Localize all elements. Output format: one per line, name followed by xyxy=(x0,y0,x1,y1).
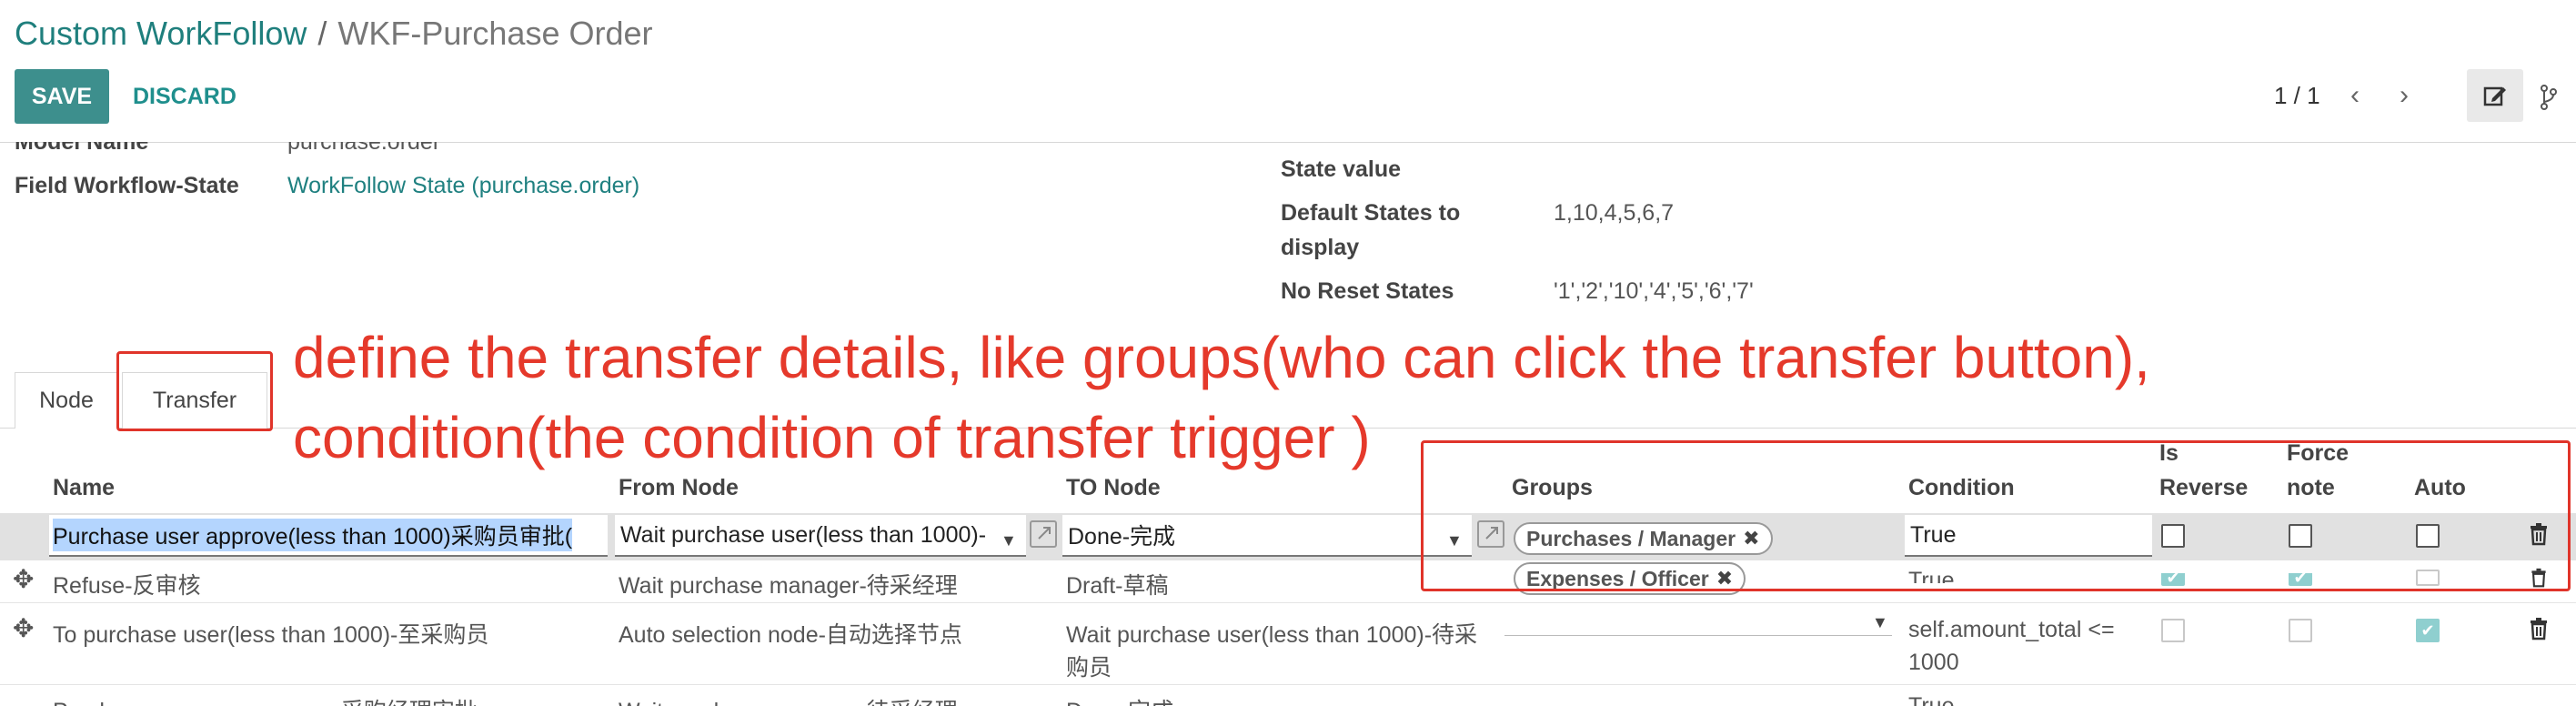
row-divider xyxy=(0,602,2576,603)
breadcrumb-parent-link[interactable]: Custom WorkFollow xyxy=(15,15,307,52)
row-name[interactable]: To purchase user(less than 1000)-至采购员 xyxy=(53,617,488,650)
no-reset-states-label: No Reset States xyxy=(1281,278,1454,304)
annotation-box-columns xyxy=(1421,440,2571,591)
row-to-node[interactable]: Draft-草稿 xyxy=(1066,568,1169,600)
row-condition[interactable]: True xyxy=(1908,693,1954,706)
state-value-label: State value xyxy=(1281,156,1402,182)
row-to-node-line2[interactable]: 购员 xyxy=(1066,650,1112,682)
is-reverse-checkbox[interactable] xyxy=(2161,619,2185,642)
from-node-select[interactable]: Wait purchase user(less than 1000)- xyxy=(615,515,1026,557)
row-name[interactable]: Refuse-反审核 xyxy=(53,568,201,600)
auto-checkbox[interactable]: ✔ xyxy=(2416,619,2440,642)
field-workflow-state-label: Field Workflow-State xyxy=(15,173,239,198)
to-node-select[interactable]: Done-完成 xyxy=(1062,515,1472,557)
force-note-checkbox[interactable] xyxy=(2289,619,2312,642)
edit-icon[interactable] xyxy=(2467,69,2523,122)
row-from-node[interactable]: Auto selection node-自动选择节点 xyxy=(619,617,962,650)
from-node-external-link-icon[interactable] xyxy=(1030,520,1057,548)
to-node-select-value: Done-完成 xyxy=(1068,524,1176,550)
name-input[interactable]: Purchase user approve(less than 1000)采购员… xyxy=(49,515,608,557)
breadcrumb-current: WKF-Purchase Order xyxy=(337,15,653,52)
save-button[interactable]: SAVE xyxy=(15,69,109,124)
annotation-box-tab xyxy=(116,351,273,431)
row-condition-line1[interactable]: self.amount_total <= xyxy=(1908,617,2115,643)
name-input-selected-text: Purchase user approve(less than 1000)采购员… xyxy=(53,519,573,551)
pager-value[interactable]: 1 / 1 xyxy=(2274,82,2320,110)
pager-prev-icon[interactable]: ‹ xyxy=(2350,80,2360,111)
annotation-line-2: condition(the condition of transfer trig… xyxy=(293,405,1371,470)
breadcrumb: Custom WorkFollow / WKF-Purchase Order xyxy=(15,15,653,53)
from-node-select-value: Wait purchase user(less than 1000)- xyxy=(620,521,987,548)
row-name[interactable]: Purchase manager approve-采购经理审批 xyxy=(53,693,478,706)
discard-button[interactable]: DISCARD xyxy=(133,69,236,124)
default-states-label-line2: display xyxy=(1281,235,1360,260)
row-from-node[interactable]: Wait purchase manager-待采经理 xyxy=(619,568,958,600)
row-from-node[interactable]: Wait purchase manager-待采经理 xyxy=(619,693,958,706)
from-node-chevron-down-icon[interactable]: ▼ xyxy=(1001,531,1017,550)
model-name-label: Model Name xyxy=(15,129,149,155)
field-workflow-state-link[interactable]: WorkFollow State (purchase.order) xyxy=(287,173,639,199)
tab-node[interactable]: Node xyxy=(15,372,118,429)
no-reset-states-value: '1','2','10','4','5','6','7' xyxy=(1554,278,1754,304)
column-header-name[interactable]: Name xyxy=(53,475,115,501)
row-divider xyxy=(0,684,2576,685)
groups-chevron-down-icon[interactable]: ▼ xyxy=(1872,613,1888,632)
drag-handle-icon[interactable]: ✥ xyxy=(13,564,34,594)
column-header-from-node[interactable]: From Node xyxy=(619,475,739,501)
row-condition-line2[interactable]: 1000 xyxy=(1908,650,1959,676)
default-states-value: 1,10,4,5,6,7 xyxy=(1554,200,1675,226)
annotation-line-1: define the transfer details, like groups… xyxy=(293,325,2150,390)
breadcrumb-separator: / xyxy=(317,15,327,52)
row-to-node-line1[interactable]: Wait purchase user(less than 1000)-待采 xyxy=(1066,617,1477,650)
drag-handle-icon[interactable]: ✥ xyxy=(13,613,34,643)
model-name-value: purchase.order xyxy=(287,129,441,155)
branch-icon[interactable] xyxy=(2540,84,2558,117)
default-states-label-line1: Default States to xyxy=(1281,200,1461,226)
pager-next-icon[interactable]: › xyxy=(2400,80,2409,111)
column-header-to-node[interactable]: TO Node xyxy=(1066,475,1161,501)
groups-empty-field[interactable] xyxy=(1504,635,1892,636)
row-to-node[interactable]: Done-完成 xyxy=(1066,693,1173,706)
delete-row-trash-icon[interactable] xyxy=(2529,617,2549,645)
